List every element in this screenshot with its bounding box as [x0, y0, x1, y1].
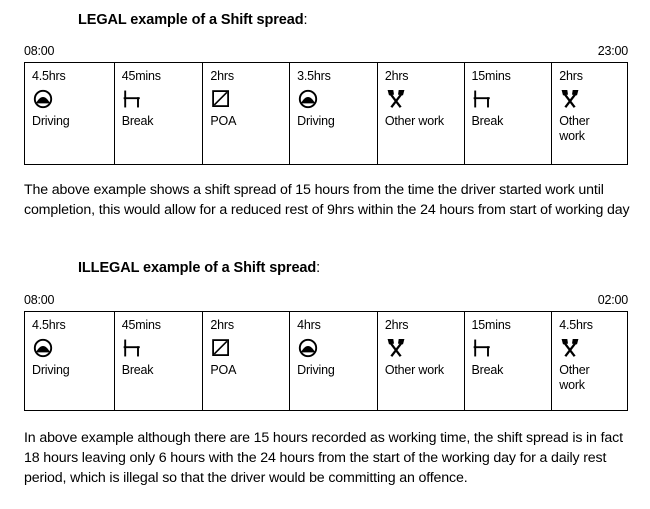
- illegal-paragraph: In above example although there are 15 h…: [24, 430, 623, 486]
- legal-section-heading: LEGAL example of a Shift spread:: [0, 12, 650, 28]
- shift-cell: 2hrs Other work: [378, 63, 465, 164]
- cell-activity-label: Other work: [559, 363, 590, 392]
- cell-duration: 2hrs: [210, 318, 234, 332]
- shift-cell: 3.5hrs Driving: [290, 63, 378, 164]
- break-icon: [122, 337, 144, 359]
- cell-duration: 15mins: [471, 318, 511, 332]
- cell-duration: 2hrs: [384, 318, 409, 332]
- driving-icon: [297, 337, 319, 359]
- legal-end-time: 23:00: [597, 44, 628, 58]
- poa-icon: [210, 88, 232, 110]
- cell-duration: 2hrs: [559, 69, 583, 83]
- cell-duration: 4hrs: [297, 318, 321, 332]
- break-icon: [472, 337, 494, 359]
- cell-duration: 45mins: [121, 318, 161, 332]
- cell-activity-label: Driving: [32, 114, 70, 128]
- legal-shift-table: 4.5hrs Driving 45mins Break 2hrs POA 3.5hrs Dri…: [24, 62, 628, 165]
- other-work-icon: [559, 88, 581, 110]
- illegal-heading-colon: :: [316, 260, 321, 276]
- cell-activity-label: Break: [471, 114, 504, 128]
- cell-duration: 2hrs: [210, 69, 234, 83]
- cell-activity-label: Other work: [384, 114, 444, 128]
- illegal-heading-text: ILLEGAL example of a Shift spread: [78, 260, 317, 276]
- break-icon: [472, 88, 494, 110]
- cell-duration: 15mins: [471, 69, 511, 83]
- poa-icon: [210, 337, 232, 359]
- other-work-icon: [559, 337, 581, 359]
- cell-duration: 45mins: [121, 69, 161, 83]
- illegal-start-time: 08:00: [24, 293, 55, 307]
- cell-activity-label: Other work: [559, 114, 590, 143]
- cell-activity-label: Other work: [384, 363, 444, 377]
- cell-activity-label: Driving: [297, 363, 335, 377]
- shift-cell: 2hrs Other work: [552, 63, 627, 164]
- shift-cell: 15mins Break: [465, 312, 553, 410]
- driving-icon: [297, 88, 319, 110]
- illegal-shift-table: 4.5hrs Driving 45mins Break 2hrs POA 4hrs Drivi…: [24, 311, 628, 411]
- shift-cell: 4hrs Driving: [290, 312, 378, 410]
- legal-heading-colon: :: [303, 12, 308, 28]
- cell-activity-label: Break: [121, 363, 154, 377]
- cell-duration: 2hrs: [384, 69, 409, 83]
- shift-cell: 4.5hrs Driving: [25, 312, 115, 410]
- cell-duration: 4.5hrs: [32, 69, 66, 83]
- legal-start-time: 08:00: [24, 44, 55, 58]
- cell-duration: 4.5hrs: [32, 318, 66, 332]
- other-work-icon: [385, 88, 407, 110]
- driving-icon: [32, 337, 54, 359]
- cell-activity-label: POA: [210, 114, 237, 128]
- illegal-section-heading: ILLEGAL example of a Shift spread:: [0, 260, 650, 276]
- other-work-icon: [385, 337, 407, 359]
- shift-cell: 4.5hrs Driving: [25, 63, 115, 164]
- cell-activity-label: Break: [121, 114, 154, 128]
- shift-cell: 45mins Break: [115, 63, 204, 164]
- cell-activity-label: POA: [210, 363, 237, 377]
- cell-duration: 4.5hrs: [559, 318, 593, 332]
- cell-duration: 3.5hrs: [297, 69, 331, 83]
- driving-icon: [32, 88, 54, 110]
- illegal-end-time: 02:00: [597, 293, 628, 307]
- legal-time-rail: 08:00 23:00: [24, 44, 628, 58]
- legal-paragraph: The above example shows a shift spread o…: [24, 182, 630, 218]
- shift-cell: 4.5hrs Other work: [552, 312, 627, 410]
- illegal-time-rail: 08:00 02:00: [24, 293, 628, 307]
- shift-cell: 15mins Break: [465, 63, 553, 164]
- shift-cell: 2hrs POA: [203, 63, 291, 164]
- cell-activity-label: Driving: [297, 114, 335, 128]
- document-page: LEGAL example of a Shift spread: 08:00 2…: [0, 0, 650, 509]
- shift-cell: 2hrs Other work: [378, 312, 465, 410]
- break-icon: [122, 88, 144, 110]
- shift-cell: 45mins Break: [115, 312, 204, 410]
- shift-cell: 2hrs POA: [203, 312, 291, 410]
- legal-heading-text: LEGAL example of a Shift spread: [78, 12, 304, 28]
- cell-activity-label: Driving: [32, 363, 70, 377]
- cell-activity-label: Break: [471, 363, 504, 377]
